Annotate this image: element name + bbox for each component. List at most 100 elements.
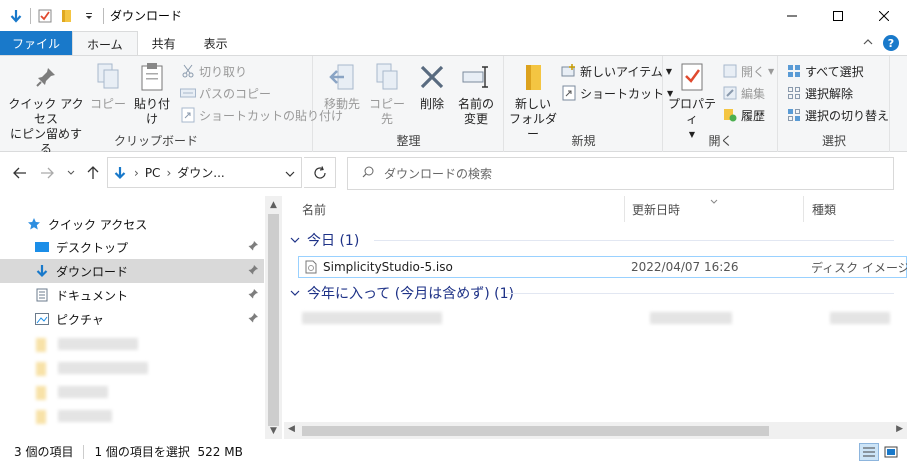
refresh-button[interactable]	[304, 157, 336, 188]
select-none-icon	[786, 85, 802, 101]
tab-view[interactable]: 表示	[190, 31, 242, 55]
address-dropdown-icon[interactable]	[285, 167, 295, 181]
nav-item-documents[interactable]: ドキュメント	[0, 283, 264, 307]
table-row[interactable]: SimplicityStudio-5.iso 2022/04/07 16:26 …	[298, 256, 907, 278]
details-view-button[interactable]	[859, 443, 879, 461]
copy-path-button[interactable]: パスのコピー	[180, 83, 271, 103]
open-button[interactable]: 開く ▼	[722, 61, 774, 81]
easy-access-button[interactable]: ショートカット ▼	[561, 83, 673, 103]
close-icon	[879, 10, 889, 21]
copy-to-button[interactable]: コピー先	[364, 61, 410, 127]
properties-check-icon[interactable]	[37, 8, 53, 24]
new-item-button[interactable]: 新しいアイテム ▼	[561, 61, 672, 81]
group-header-this-year[interactable]: 今年に入って (今月は含めず) (1)	[290, 283, 514, 303]
redacted-file-row[interactable]	[302, 312, 902, 326]
recent-locations-button[interactable]	[62, 164, 80, 182]
edit-button[interactable]: 編集	[722, 83, 765, 103]
paste-button[interactable]: 貼り付け	[130, 61, 174, 127]
address-bar[interactable]: › PC › ダウン...	[107, 157, 302, 188]
clipboard-icon	[136, 61, 168, 93]
copy-to-icon	[371, 61, 403, 93]
history-button[interactable]: 履歴	[722, 105, 765, 125]
window-title: ダウンロード	[110, 9, 183, 23]
redacted-folder[interactable]	[36, 386, 108, 400]
clipboard-group-label: クリップボード	[113, 134, 198, 148]
minimize-icon	[787, 15, 797, 16]
copy-button[interactable]: コピー	[90, 61, 126, 112]
cut-button[interactable]: 切り取り	[180, 61, 247, 81]
tab-home[interactable]: ホーム	[72, 31, 138, 56]
open-icon	[722, 63, 738, 79]
navigation-pane: クイック アクセス デスクトップ ダウンロード ドキュメント ピクチャ	[0, 196, 282, 439]
select-none-button[interactable]: 選択解除	[786, 83, 853, 103]
tab-share[interactable]: 共有	[138, 31, 190, 55]
horizontal-scrollbar[interactable]: ◀ ▶	[284, 422, 907, 439]
ribbon-collapse-icon[interactable]	[863, 36, 873, 50]
invert-selection-button[interactable]: 選択の切り替え	[786, 105, 889, 125]
item-count: 3 個の項目	[14, 445, 74, 459]
group-header-today[interactable]: 今日 (1)	[290, 230, 359, 250]
column-header-name[interactable]: 名前	[302, 196, 326, 222]
rename-button[interactable]: 名前の 変更	[452, 61, 500, 127]
delete-button[interactable]: 削除	[414, 61, 450, 112]
invert-selection-icon	[786, 107, 802, 123]
ribbon-tabs: ファイル ホーム 共有 表示 ?	[0, 31, 907, 56]
up-button[interactable]	[84, 164, 102, 182]
down-arrow-icon[interactable]	[8, 8, 24, 24]
quick-access-toolbar	[0, 0, 104, 31]
minimize-button[interactable]	[769, 0, 815, 31]
tab-file[interactable]: ファイル	[0, 31, 73, 55]
redacted-folder[interactable]	[36, 338, 138, 352]
scroll-down-icon[interactable]: ▼	[265, 422, 282, 439]
sort-chevron-icon	[710, 194, 718, 208]
shortcut-icon	[180, 107, 196, 123]
properties-icon	[676, 61, 708, 93]
customize-dropdown-icon[interactable]	[81, 8, 97, 24]
forward-button[interactable]	[38, 164, 56, 182]
column-separator	[803, 196, 804, 222]
new-folder-icon	[517, 61, 549, 93]
help-icon[interactable]: ?	[883, 35, 899, 51]
search-box[interactable]: ダウンロードの検索	[347, 157, 894, 190]
scroll-up-icon[interactable]: ▲	[265, 196, 282, 213]
chevron-down-icon	[290, 285, 300, 301]
back-button[interactable]	[11, 164, 29, 182]
large-icons-view-button[interactable]	[881, 443, 901, 461]
scroll-right-icon[interactable]: ▶	[896, 424, 903, 434]
separator	[30, 7, 31, 24]
select-group-label: 選択	[821, 134, 846, 148]
nav-item-pictures[interactable]: ピクチャ	[0, 307, 264, 331]
search-input[interactable]: ダウンロードの検索	[384, 165, 492, 182]
open-group: プロパティ ▼ 開く ▼ 編集 履歴 開く	[664, 56, 778, 152]
status-separator	[83, 444, 85, 459]
large-icons-view-icon	[884, 446, 898, 458]
new-folder-button[interactable]: 新しい フォルダー	[507, 61, 559, 142]
redacted-folder[interactable]	[36, 410, 112, 424]
close-button[interactable]	[861, 0, 907, 31]
status-bar: 3 個の項目 1 個の項目を選択 522 MB	[0, 439, 907, 464]
up-arrow-icon	[87, 166, 99, 179]
select-all-icon	[786, 63, 802, 79]
folder-icon[interactable]	[59, 8, 75, 24]
nav-scrollbar[interactable]: ▲ ▼	[265, 196, 282, 439]
column-header-date[interactable]: 更新日時	[632, 196, 680, 222]
scroll-thumb[interactable]	[268, 214, 279, 426]
properties-button[interactable]: プロパティ ▼	[666, 61, 718, 142]
select-all-button[interactable]: すべて選択	[786, 61, 864, 81]
column-header-type[interactable]: 種類	[812, 196, 836, 222]
scroll-thumb[interactable]	[302, 426, 769, 436]
scroll-left-icon[interactable]: ◀	[288, 424, 295, 434]
nav-quick-access[interactable]: クイック アクセス	[0, 212, 264, 236]
breadcrumb-downloads[interactable]: ダウン...	[177, 164, 224, 181]
column-separator	[624, 196, 625, 222]
move-to-button[interactable]: 移動先	[320, 61, 364, 112]
pin-icon	[248, 264, 258, 278]
redacted-folder[interactable]	[36, 362, 148, 376]
nav-item-desktop[interactable]: デスクトップ	[0, 235, 264, 259]
file-list: 名前 更新日時 種類 今日 (1) SimplicityStudio-5.iso…	[284, 196, 907, 439]
maximize-button[interactable]	[815, 0, 861, 31]
nav-item-downloads[interactable]: ダウンロード	[0, 259, 264, 283]
maximize-icon	[833, 10, 843, 21]
back-arrow-icon	[13, 167, 26, 179]
breadcrumb-pc[interactable]: PC	[145, 166, 161, 180]
